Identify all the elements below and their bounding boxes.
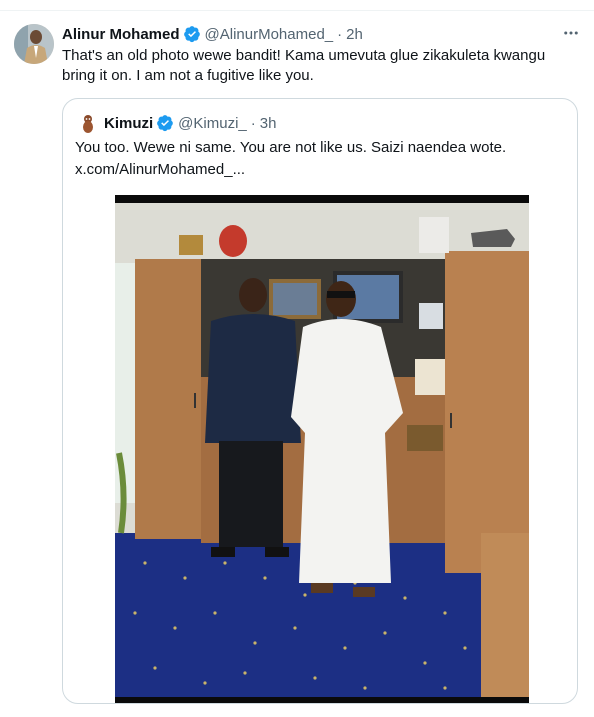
quoted-text: You too. Wewe ni same. You are not like … bbox=[75, 137, 565, 181]
quoted-avatar bbox=[78, 113, 98, 133]
quoted-text-line: You too. Wewe ni same. You are not like … bbox=[75, 139, 507, 156]
tweet-text: That's an old photo wewe bandit! Kama um… bbox=[62, 47, 546, 84]
office-photo bbox=[115, 203, 529, 697]
timestamp[interactable]: 2h bbox=[346, 26, 363, 43]
verified-badge-icon bbox=[183, 26, 200, 43]
verified-badge-icon bbox=[157, 115, 174, 132]
quoted-author-handle[interactable]: @Kimuzi_ bbox=[178, 115, 247, 132]
separator-dot: · bbox=[337, 25, 343, 43]
quoted-header: Kimuzi @Kimuzi_ · 3h bbox=[78, 113, 276, 133]
quoted-timestamp[interactable]: 3h bbox=[260, 115, 277, 132]
quoted-tweet[interactable]: Kimuzi @Kimuzi_ · 3h You too. Wewe ni sa… bbox=[62, 98, 578, 704]
author-name[interactable]: Alinur Mohamed bbox=[62, 26, 180, 43]
quoted-link[interactable]: x.com/AlinurMohamed_... bbox=[75, 159, 565, 181]
avatar[interactable] bbox=[14, 24, 54, 64]
more-options-icon[interactable] bbox=[562, 24, 580, 42]
quoted-author-name[interactable]: Kimuzi bbox=[104, 115, 153, 132]
separator-dot: · bbox=[250, 114, 256, 132]
divider bbox=[0, 10, 594, 11]
tweet-header: Alinur Mohamed @AlinurMohamed_ · 2h bbox=[62, 24, 363, 44]
quoted-media[interactable] bbox=[115, 195, 529, 703]
author-handle[interactable]: @AlinurMohamed_ bbox=[205, 26, 334, 43]
